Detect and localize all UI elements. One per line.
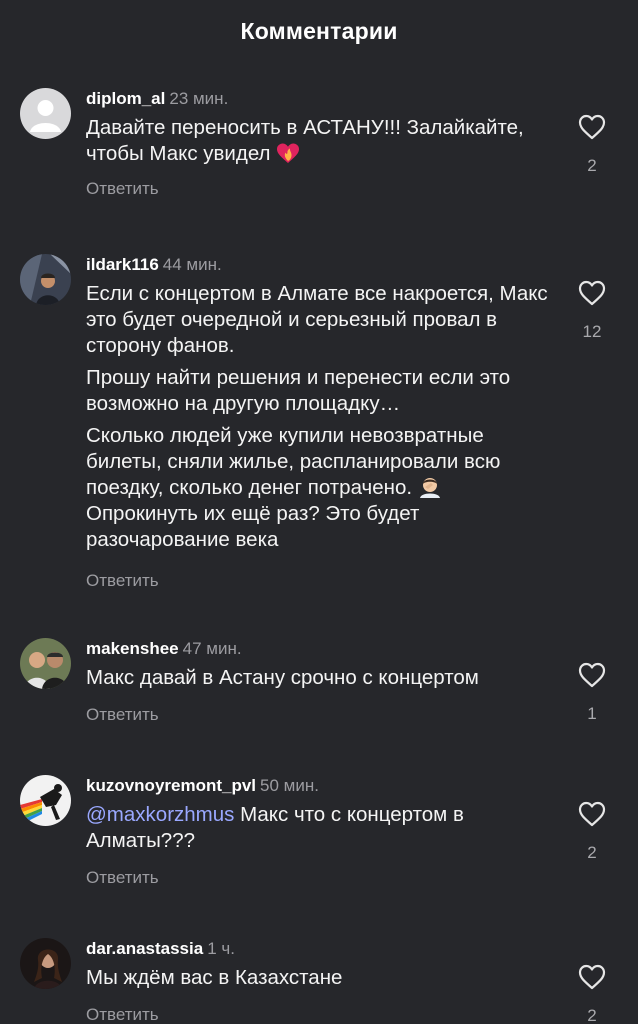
header: Комментарии (0, 0, 638, 62)
comment-meta: ildark116 44 мин. (86, 254, 548, 276)
like-count: 1 (587, 704, 597, 723)
like-heart-icon[interactable] (578, 964, 606, 990)
comment-paragraph: Прошу найти решения и перенести если это… (86, 366, 511, 415)
comment-text: @maxkorzhmus Макс что с концертом в Алма… (86, 802, 548, 854)
avatar[interactable] (20, 88, 71, 139)
timestamp: 44 мин. (162, 255, 222, 274)
avatar[interactable] (20, 775, 71, 826)
comment-body: kuzovnoyremont_pvl 50 мин. @maxkorzhmus М… (86, 775, 548, 888)
like-heart-icon[interactable] (578, 114, 606, 140)
username[interactable]: dar.anastassia (86, 939, 203, 958)
mention-link[interactable]: @maxkorzhmus (86, 803, 234, 826)
reply-button[interactable]: Ответить (86, 571, 159, 591)
comment-text: Давайте переносить в АСТАНУ!!! Залайкайт… (86, 115, 548, 167)
comment-meta: diplom_al 23 мин. (86, 88, 548, 110)
reply-button[interactable]: Ответить (86, 179, 159, 199)
user-photo-avatar (20, 938, 71, 989)
comment-meta: dar.anastassia 1 ч. (86, 938, 548, 960)
like-count: 2 (587, 1006, 597, 1024)
timestamp: 1 ч. (207, 939, 235, 958)
page-title: Комментарии (240, 17, 398, 44)
like-count: 2 (587, 843, 597, 862)
username[interactable]: kuzovnoyremont_pvl (86, 776, 256, 795)
reply-button[interactable]: Ответить (86, 705, 159, 725)
like-column: 2 (572, 964, 612, 1024)
like-column: 1 (572, 662, 612, 724)
comment-paragraph: Сколько людей уже купили невозвратные би… (86, 423, 548, 553)
comment-meta: makenshee 47 мин. (86, 638, 548, 660)
comment-paragraph: Макс давай в Астану срочно с концертом (86, 666, 479, 689)
comment-paragraph-text: Опрокинуть их ещё раз? Это будет разочар… (86, 502, 420, 551)
comment-meta: kuzovnoyremont_pvl 50 мин. (86, 775, 548, 797)
username[interactable]: ildark116 (86, 255, 159, 274)
like-count: 2 (587, 156, 597, 175)
default-avatar-icon (20, 88, 71, 139)
user-photo-avatar (20, 254, 71, 305)
like-heart-icon[interactable] (578, 801, 606, 827)
comment-paragraph: Мы ждём вас в Казахстане (86, 966, 343, 989)
comment-body: ildark116 44 мин. Если с концертом в Алма… (86, 254, 548, 591)
comment-paragraph: Давайте переносить в АСТАНУ!!! Залайкайт… (86, 116, 524, 165)
reply-button[interactable]: Ответить (86, 868, 159, 888)
username[interactable]: makenshee (86, 639, 179, 658)
facepalm-emoji (419, 478, 440, 498)
avatar[interactable] (20, 638, 71, 689)
like-column: 12 (572, 280, 612, 342)
timestamp: 23 мин. (169, 89, 229, 108)
logo-avatar (20, 775, 71, 826)
comment-body: dar.anastassia 1 ч. Мы ждём вас в Казахст… (86, 938, 548, 1024)
like-count: 12 (582, 322, 602, 341)
comment-body: diplom_al 23 мин. Давайте переносить в АС… (86, 88, 548, 199)
username[interactable]: diplom_al (86, 89, 165, 108)
timestamp: 47 мин. (182, 639, 242, 658)
comment-body: makenshee 47 мин. Макс давай в Астану сро… (86, 638, 548, 725)
user-photo-avatar (20, 638, 71, 689)
like-column: 2 (572, 114, 612, 176)
timestamp: 50 мин. (260, 776, 319, 795)
heart-on-fire-emoji (277, 143, 300, 163)
like-heart-icon[interactable] (578, 280, 606, 306)
avatar[interactable] (20, 254, 71, 305)
comment-paragraph: Если с концертом в Алмате все накроется,… (86, 282, 548, 357)
like-heart-icon[interactable] (578, 662, 606, 688)
reply-button[interactable]: Ответить (86, 1005, 159, 1024)
avatar[interactable] (20, 938, 71, 989)
comments-screen: Комментарии diplom_al 23 мин. Давайте пер… (0, 0, 638, 1024)
like-column: 2 (572, 801, 612, 863)
